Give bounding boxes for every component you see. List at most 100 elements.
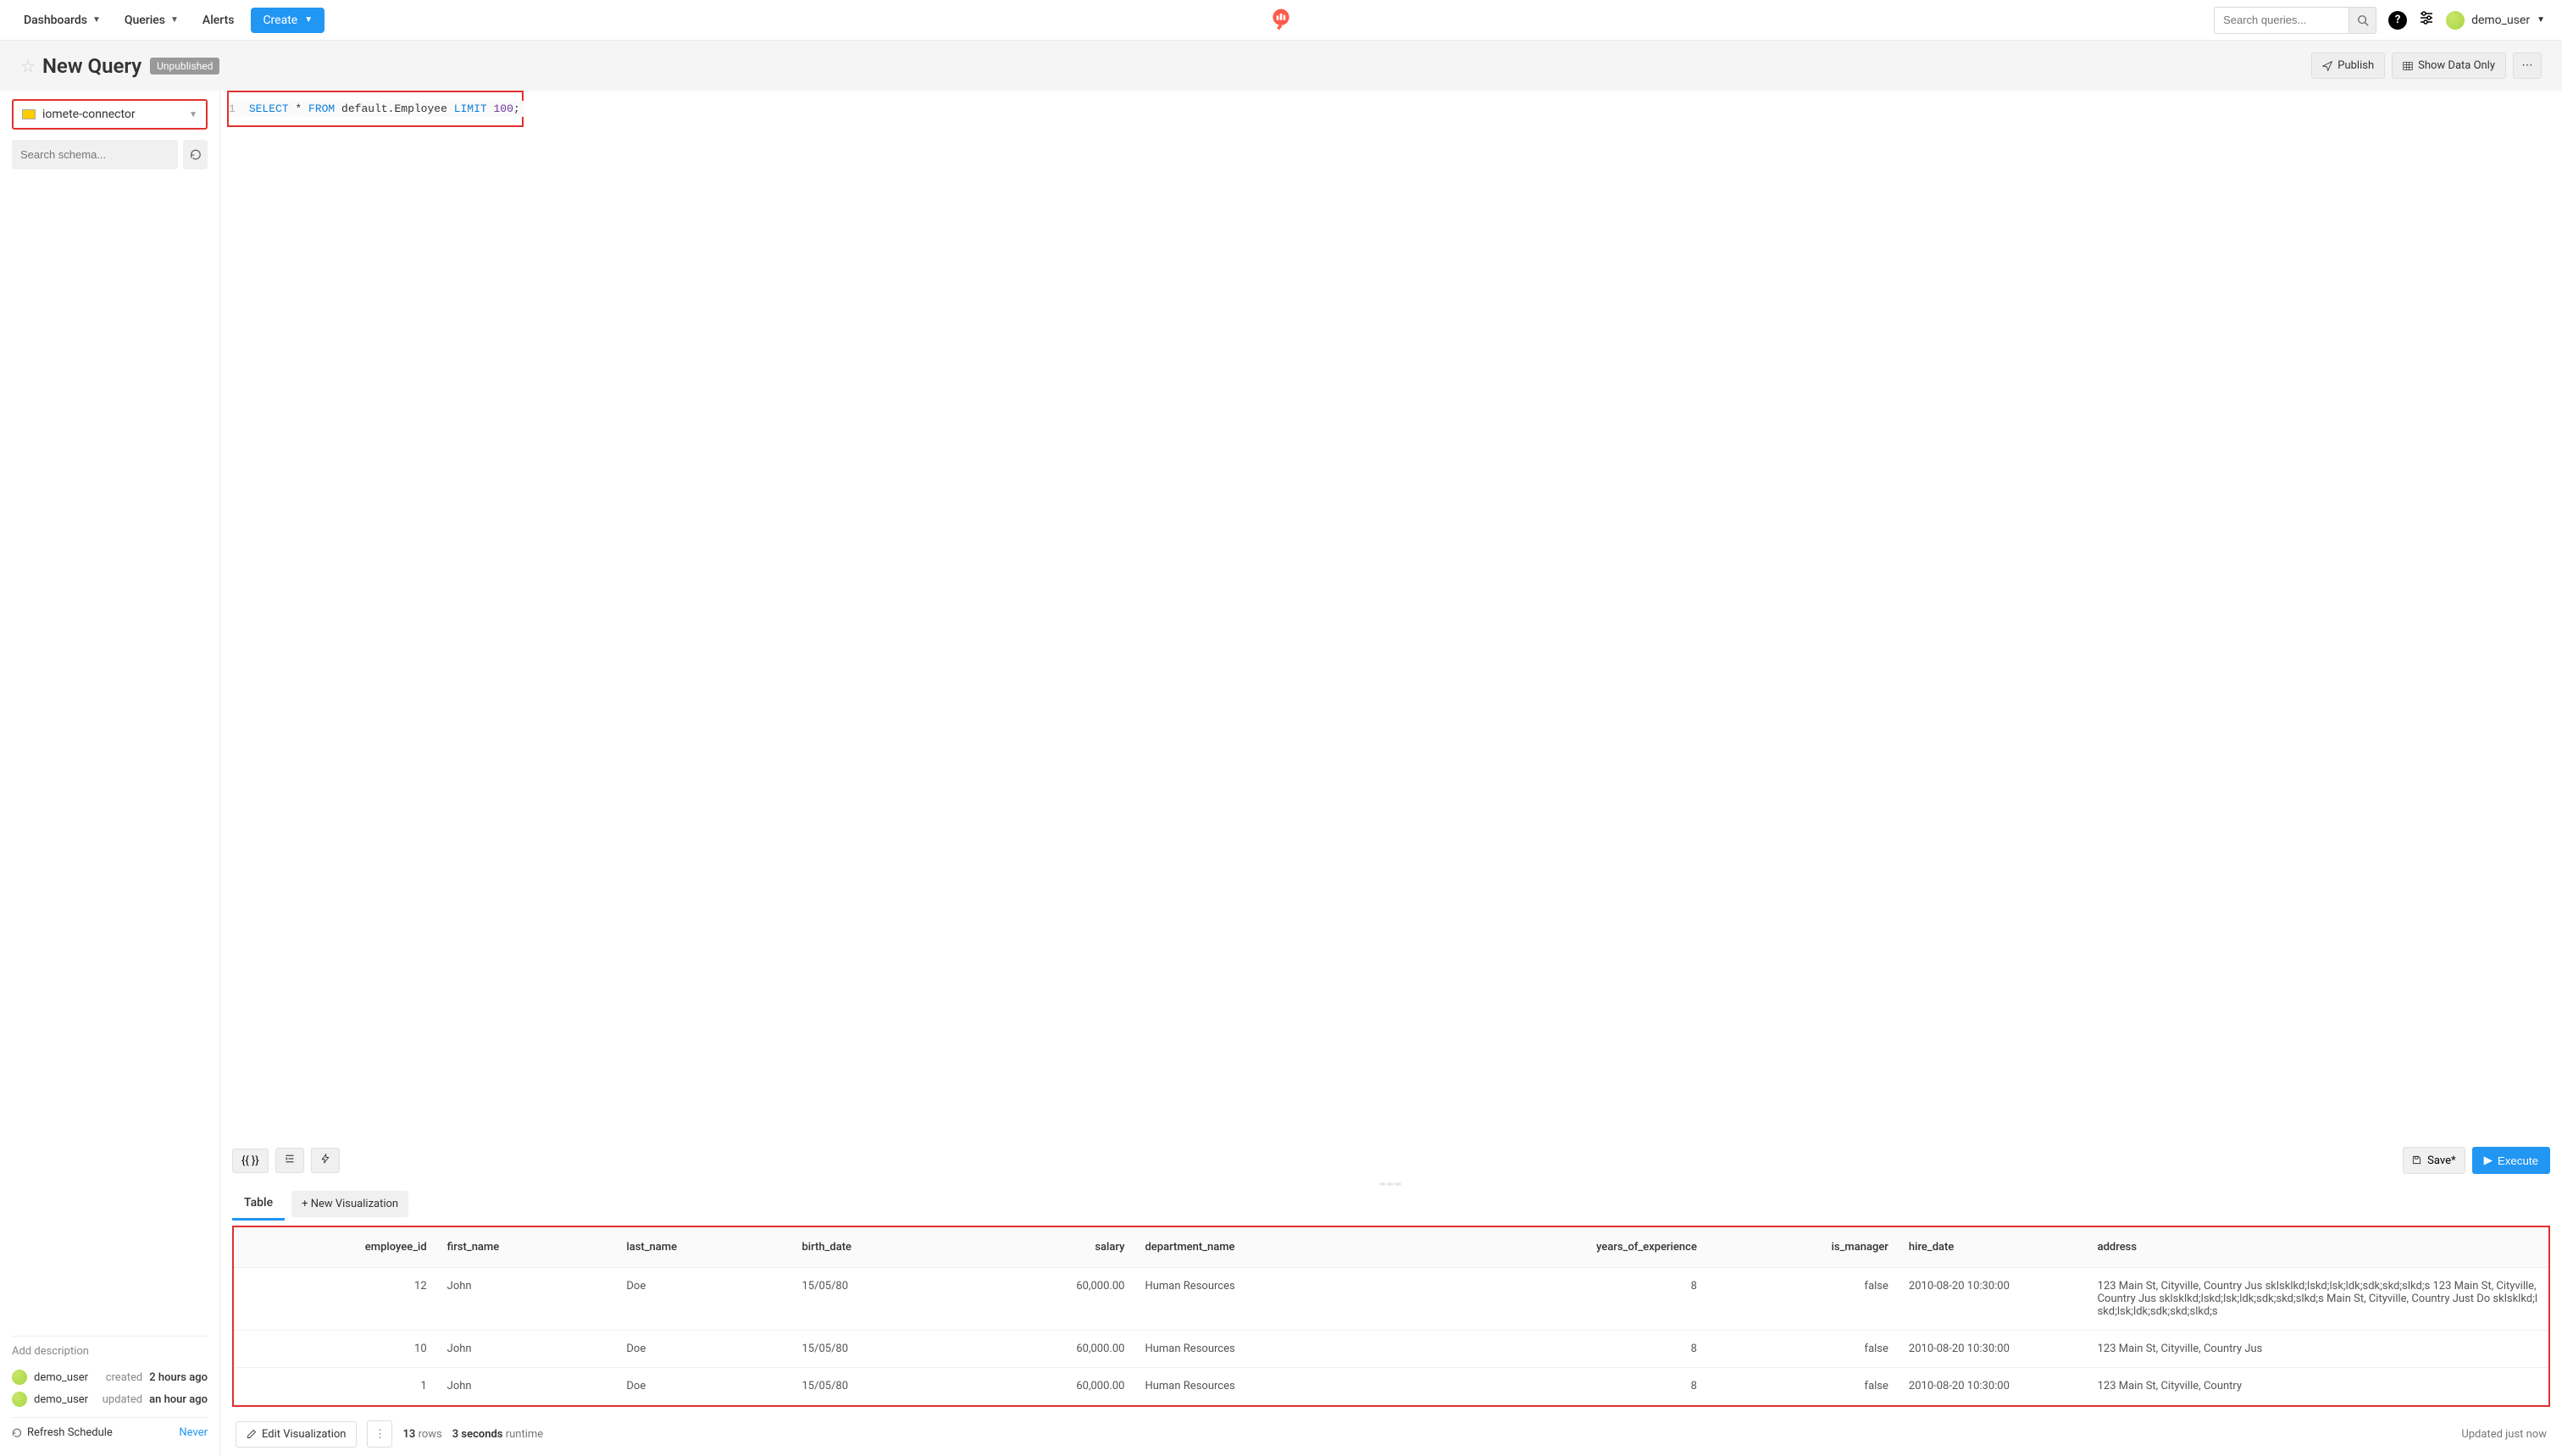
top-nav: Dashboards ▼ Queries ▼ Alerts Create ▼ xyxy=(0,0,2562,41)
resize-handle[interactable]: ═══ xyxy=(220,1181,2562,1187)
refresh-schema-button[interactable] xyxy=(183,140,208,169)
table-icon xyxy=(2403,61,2413,71)
play-icon: ▶ xyxy=(2484,1154,2493,1167)
cell-years_of_experience: 8 xyxy=(1408,1268,1707,1331)
cell-first_name: John xyxy=(437,1331,617,1368)
ident-default: default xyxy=(335,102,387,115)
chevron-down-icon: ▼ xyxy=(304,15,313,25)
code-content[interactable]: SELECT * FROM default.Employee LIMIT 100… xyxy=(246,101,524,117)
cell-years_of_experience: 8 xyxy=(1408,1368,1707,1405)
col-hire_date[interactable]: hire_date xyxy=(1899,1227,2088,1268)
cell-address: 123 Main St, Cityville, Country Jus xyxy=(2088,1331,2548,1368)
col-department_name[interactable]: department_name xyxy=(1134,1227,1407,1268)
refresh-schedule-row: Refresh Schedule Never xyxy=(12,1417,208,1448)
refresh-icon xyxy=(12,1428,22,1438)
kw-from: FROM xyxy=(308,102,335,115)
more-actions-button[interactable]: ⋯ xyxy=(2513,53,2542,79)
updated-label: updated xyxy=(103,1393,142,1406)
cell-last_name: Doe xyxy=(616,1268,791,1331)
cell-address: 123 Main St, Cityville, Country xyxy=(2088,1368,2548,1405)
nav-dashboards[interactable]: Dashboards ▼ xyxy=(17,8,108,32)
editor-toolbar: {{ }} Save* ▶ Execute xyxy=(220,1140,2562,1181)
results-header: employee_id first_name last_name birth_d… xyxy=(234,1227,2548,1268)
created-time: 2 hours ago xyxy=(149,1371,208,1384)
tab-table[interactable]: Table xyxy=(232,1187,285,1221)
create-button[interactable]: Create ▼ xyxy=(251,8,324,33)
table-row[interactable]: 1JohnDoe15/05/8060,000.00Human Resources… xyxy=(234,1368,2548,1405)
execute-label: Execute xyxy=(2498,1154,2538,1167)
save-button[interactable]: Save* xyxy=(2403,1147,2465,1174)
nav-queries[interactable]: Queries ▼ xyxy=(118,8,186,32)
row-count: 13 rows xyxy=(402,1428,441,1441)
show-data-only-button[interactable]: Show Data Only xyxy=(2392,53,2506,79)
nav-queries-label: Queries xyxy=(125,14,165,27)
col-first_name[interactable]: first_name xyxy=(437,1227,617,1268)
main: iomete-connector ▼ Add description demo_… xyxy=(0,91,2562,1456)
col-last_name[interactable]: last_name xyxy=(616,1227,791,1268)
table-row[interactable]: 12JohnDoe15/05/8060,000.00Human Resource… xyxy=(234,1268,2548,1331)
chevron-down-icon: ▼ xyxy=(189,110,197,119)
cell-birth_date: 15/05/80 xyxy=(791,1368,964,1405)
cell-first_name: John xyxy=(437,1268,617,1331)
nav-left: Dashboards ▼ Queries ▼ Alerts Create ▼ xyxy=(17,8,324,33)
cell-hire_date: 2010-08-20 10:30:00 xyxy=(1899,1331,2088,1368)
vertical-ellipsis-icon: ⋮ xyxy=(374,1428,385,1441)
settings-button[interactable] xyxy=(2419,10,2434,30)
edit-visualization-button[interactable]: Edit Visualization xyxy=(236,1421,357,1448)
search-wrap xyxy=(2214,7,2376,34)
cell-employee_id: 12 xyxy=(234,1268,437,1331)
execute-button[interactable]: ▶ Execute xyxy=(2472,1147,2550,1174)
user-menu[interactable]: demo_user ▼ xyxy=(2446,11,2545,30)
ident-employee: .Employee xyxy=(388,102,454,115)
updated-by-row: demo_user updated an hour ago xyxy=(12,1388,208,1410)
table-row[interactable]: 10JohnDoe15/05/8060,000.00Human Resource… xyxy=(234,1331,2548,1368)
chevron-down-icon: ▼ xyxy=(2537,15,2545,25)
col-employee_id[interactable]: employee_id xyxy=(234,1227,437,1268)
cell-hire_date: 2010-08-20 10:30:00 xyxy=(1899,1368,2088,1405)
editor-empty-space[interactable] xyxy=(220,127,2562,1140)
col-is_manager[interactable]: is_manager xyxy=(1707,1227,1899,1268)
col-address[interactable]: address xyxy=(2088,1227,2548,1268)
created-label: created xyxy=(106,1371,143,1384)
refresh-schedule-label: Refresh Schedule xyxy=(27,1426,113,1439)
search-input[interactable] xyxy=(2214,7,2349,34)
col-birth_date[interactable]: birth_date xyxy=(791,1227,964,1268)
col-salary[interactable]: salary xyxy=(965,1227,1135,1268)
refresh-schedule-value[interactable]: Never xyxy=(179,1426,208,1439)
save-label: Save* xyxy=(2427,1154,2455,1167)
format-button[interactable] xyxy=(275,1148,304,1173)
updated-time: an hour ago xyxy=(149,1393,208,1406)
cell-salary: 60,000.00 xyxy=(965,1368,1135,1405)
col-years_of_experience[interactable]: years_of_experience xyxy=(1408,1227,1707,1268)
rows-label: rows xyxy=(419,1428,442,1441)
add-visualization-button[interactable]: + New Visualization xyxy=(291,1191,408,1217)
runtime-value: 3 seconds xyxy=(452,1428,503,1441)
schema-search-input[interactable] xyxy=(12,140,178,169)
sidebar-spacer xyxy=(12,178,208,1336)
editor-line: 1 SELECT * FROM default.Employee LIMIT 1… xyxy=(229,101,522,117)
toolbar-right: Save* ▶ Execute xyxy=(2403,1147,2550,1174)
row-count-value: 13 xyxy=(402,1428,415,1441)
avatar-icon xyxy=(2446,11,2465,30)
publish-button[interactable]: Publish xyxy=(2311,53,2385,79)
search-icon xyxy=(2357,14,2369,26)
parameters-button[interactable]: {{ }} xyxy=(232,1149,269,1173)
datasource-select[interactable]: iomete-connector ▼ xyxy=(12,99,208,130)
nav-alerts[interactable]: Alerts xyxy=(196,8,241,32)
cell-department_name: Human Resources xyxy=(1134,1268,1407,1331)
app-logo xyxy=(1269,7,1293,34)
cell-first_name: John xyxy=(437,1368,617,1405)
publish-label: Publish xyxy=(2337,59,2374,72)
page-title: New Query xyxy=(42,54,141,78)
help-button[interactable]: ? xyxy=(2388,11,2407,30)
create-label: Create xyxy=(263,14,297,27)
add-description[interactable]: Add description xyxy=(12,1336,208,1366)
cell-salary: 60,000.00 xyxy=(965,1331,1135,1368)
viz-more-button[interactable]: ⋮ xyxy=(367,1420,392,1448)
search-button[interactable] xyxy=(2349,7,2376,34)
sql-editor[interactable]: 1 SELECT * FROM default.Employee LIMIT 1… xyxy=(227,91,524,127)
favorite-star-icon[interactable]: ☆ xyxy=(20,56,36,76)
autocomplete-button[interactable] xyxy=(311,1148,340,1173)
result-tabs: Table + New Visualization xyxy=(220,1187,2562,1221)
cell-is_manager: false xyxy=(1707,1268,1899,1331)
